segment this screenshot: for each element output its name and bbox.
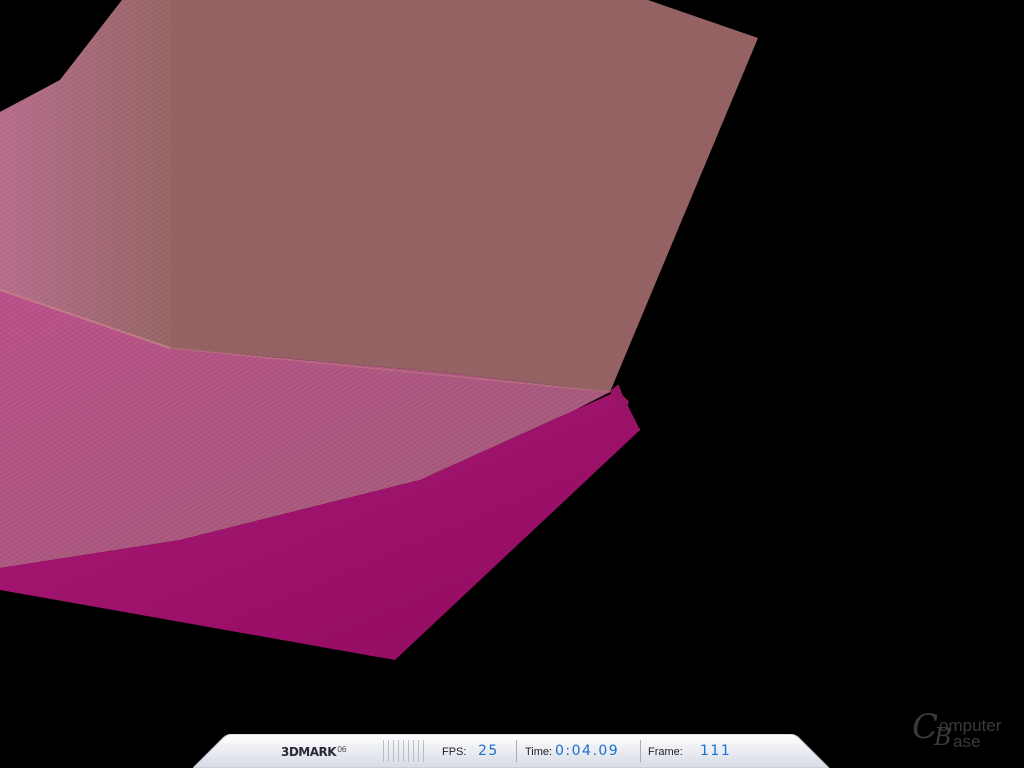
time-value: 0:04.09 <box>555 743 620 759</box>
frame-label: Frame: <box>648 746 683 758</box>
separator <box>516 740 517 762</box>
benchmark-viewport: 3DMARK06 FPS: 25 Time: 0:04.09 Frame: 11… <box>0 0 1024 768</box>
rendered-3d-scene <box>0 0 758 660</box>
grip-lines-icon <box>383 740 429 762</box>
frame-value: 111 <box>700 743 732 759</box>
3dmark-logo: 3DMARK06 <box>281 745 347 759</box>
fps-value: 25 <box>478 743 499 759</box>
fps-label: FPS: <box>442 746 467 758</box>
time-label: Time: <box>525 746 553 758</box>
separator <box>640 740 641 762</box>
benchmark-status-bar: 3DMARK06 FPS: 25 Time: 0:04.09 Frame: 11… <box>193 734 829 768</box>
computerbase-watermark: C B omputer ase <box>912 707 1002 751</box>
